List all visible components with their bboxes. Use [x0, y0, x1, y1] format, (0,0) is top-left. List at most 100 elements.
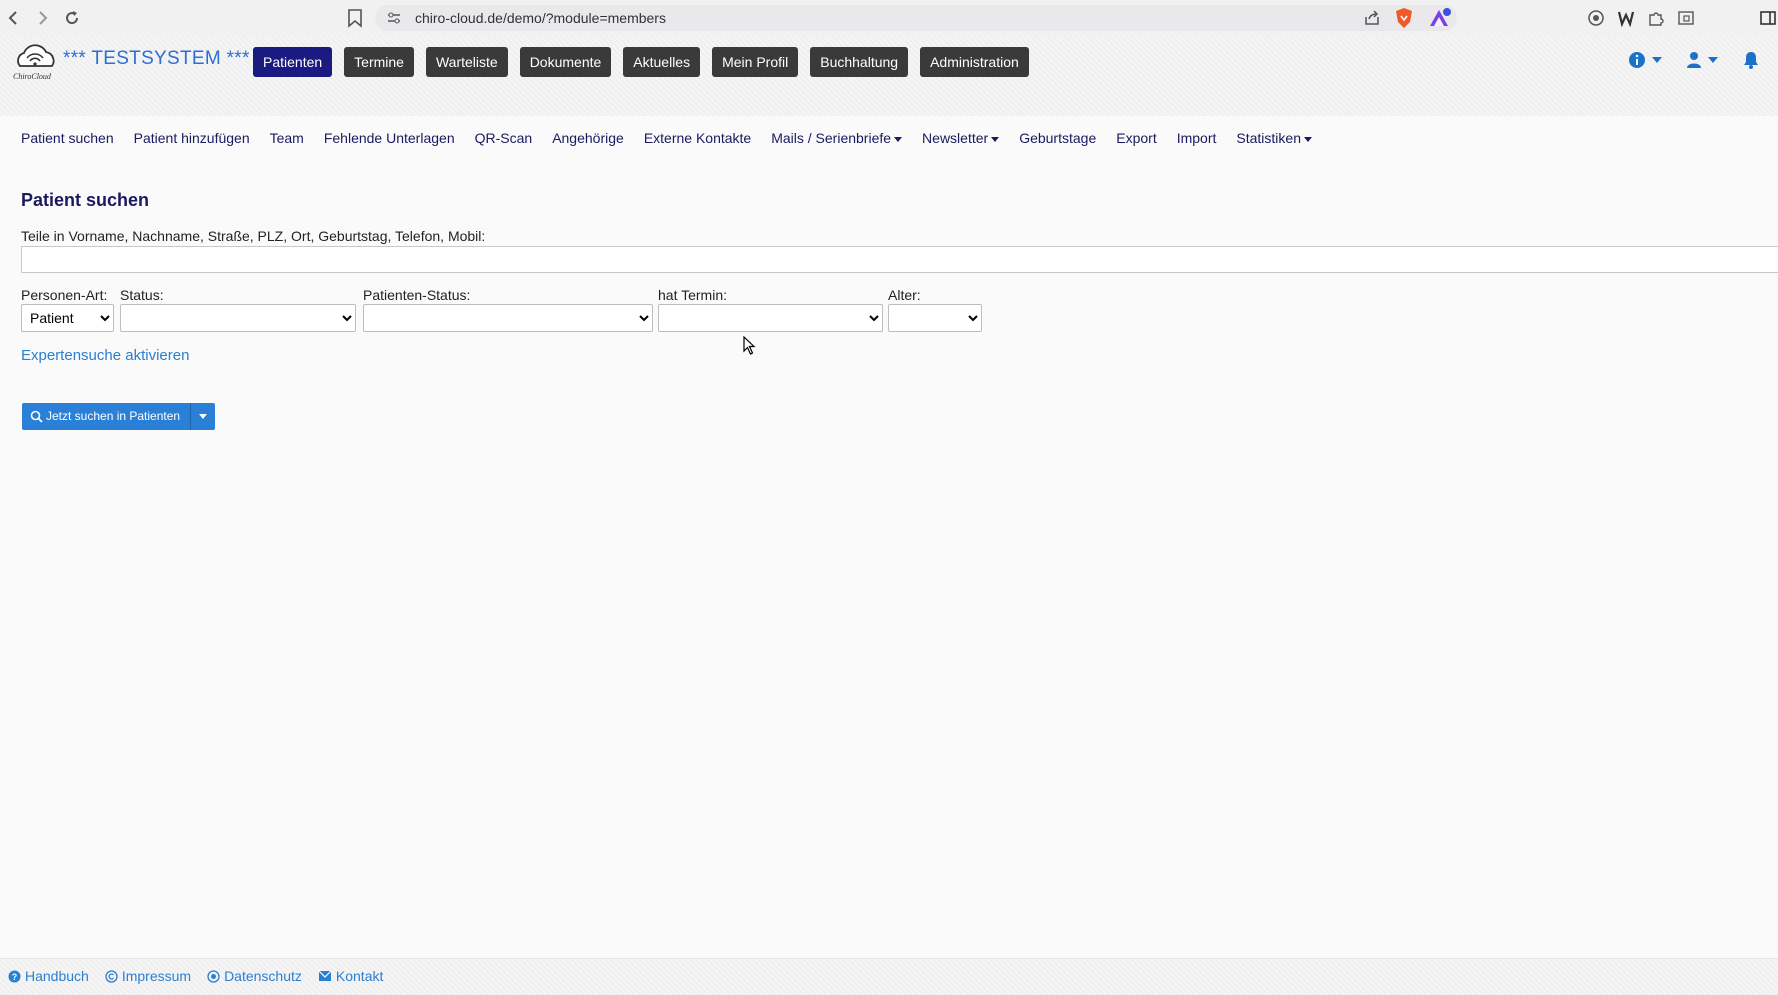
- tab-patienten[interactable]: Patienten: [253, 47, 333, 77]
- footer-links: ? Handbuch Impressum Datenschutz Kontakt: [8, 968, 383, 984]
- copyright-icon: [105, 969, 118, 983]
- forward-icon[interactable]: [32, 8, 52, 28]
- filter-hat-termin: hat Termin:: [658, 287, 883, 332]
- subnav-team[interactable]: Team: [270, 130, 304, 146]
- brave-shield-icon[interactable]: [1394, 7, 1414, 29]
- notifications-button[interactable]: [1742, 50, 1760, 70]
- mouse-cursor: [743, 335, 757, 356]
- personen-art-select[interactable]: Patient: [21, 304, 114, 332]
- alter-select[interactable]: [888, 304, 982, 332]
- subnav-angehoerige[interactable]: Angehörige: [552, 130, 624, 146]
- footer-link-label: Handbuch: [25, 968, 89, 984]
- hat-termin-select[interactable]: [658, 304, 883, 332]
- caret-down-icon: [199, 414, 208, 419]
- search-label: Teile in Vorname, Nachname, Straße, PLZ,…: [21, 228, 486, 244]
- user-menu[interactable]: [1686, 51, 1718, 69]
- reload-icon[interactable]: [62, 8, 82, 28]
- tab-termine[interactable]: Termine: [344, 47, 414, 77]
- search-input[interactable]: [21, 246, 1778, 273]
- subnav-patient-hinzufuegen[interactable]: Patient hinzufügen: [134, 130, 250, 146]
- filter-status: Status:: [120, 287, 356, 332]
- back-icon[interactable]: [4, 8, 24, 28]
- rewards-icon[interactable]: [1428, 7, 1452, 29]
- subnav-label: Angehörige: [552, 130, 624, 146]
- tab-icon[interactable]: [1677, 9, 1695, 27]
- privacy-icon: [207, 969, 220, 983]
- extension-icon[interactable]: [1587, 9, 1605, 27]
- footer-link-kontakt[interactable]: Kontakt: [318, 968, 383, 984]
- svg-text:ChiroCloud: ChiroCloud: [13, 72, 52, 81]
- subnav-qr-scan[interactable]: QR-Scan: [475, 130, 533, 146]
- subnav-import[interactable]: Import: [1177, 130, 1217, 146]
- search-submit-button[interactable]: Jetzt suchen in Patienten: [22, 403, 191, 430]
- system-title: *** TESTSYSTEM ***: [63, 48, 250, 69]
- subnav-label: Geburtstage: [1019, 130, 1097, 146]
- filter-label: Alter:: [888, 287, 921, 303]
- mail-icon: [318, 970, 332, 981]
- filter-alter: Alter:: [888, 287, 982, 332]
- tab-administration[interactable]: Administration: [920, 47, 1029, 77]
- filter-label: Status:: [120, 287, 164, 303]
- search-button-label: Jetzt suchen in Patienten: [46, 409, 181, 423]
- subnav-newsletter[interactable]: Newsletter: [922, 130, 1000, 146]
- search-icon: [30, 410, 43, 423]
- svg-text:?: ?: [12, 972, 18, 982]
- footer-link-datenschutz[interactable]: Datenschutz: [207, 968, 302, 984]
- sub-nav: Patient suchen Patient hinzufügen Team F…: [21, 130, 1312, 146]
- patienten-status-select[interactable]: [363, 304, 653, 332]
- site-settings-icon[interactable]: [386, 10, 402, 26]
- subnav-geburtstage[interactable]: Geburtstage: [1019, 130, 1096, 146]
- bell-icon: [1744, 52, 1758, 69]
- subnav-mails-serienbriefe[interactable]: Mails / Serienbriefe: [771, 130, 903, 146]
- status-select[interactable]: [120, 304, 356, 332]
- caret-down-icon: [991, 136, 1000, 142]
- chevron-down-icon: [1708, 57, 1718, 63]
- search-button-group: Jetzt suchen in Patienten: [22, 403, 216, 430]
- info-icon: [1629, 52, 1645, 68]
- chirocloud-logo[interactable]: ChiroCloud: [10, 44, 60, 82]
- subnav-export[interactable]: Export: [1116, 130, 1156, 146]
- subnav-patient-suchen[interactable]: Patient suchen: [21, 130, 114, 146]
- tab-aktuelles[interactable]: Aktuelles: [623, 47, 701, 77]
- footer-link-impressum[interactable]: Impressum: [105, 968, 191, 984]
- subnav-label: Patient suchen: [21, 130, 114, 146]
- sidebar-icon[interactable]: [1759, 9, 1777, 27]
- url-text[interactable]: chiro-cloud.de/demo/?module=members: [415, 10, 666, 26]
- filter-label: Patienten-Status:: [363, 287, 471, 303]
- subnav-externe-kontakte[interactable]: Externe Kontakte: [644, 130, 751, 146]
- main-nav: Patienten Termine Warteliste Dokumente A…: [253, 47, 1029, 77]
- filter-patienten-status: Patienten-Status:: [363, 287, 653, 332]
- footer: ? Handbuch Impressum Datenschutz Kontakt: [0, 958, 1778, 995]
- browser-toolbar: chiro-cloud.de/demo/?module=members: [0, 0, 1778, 37]
- tab-warteliste[interactable]: Warteliste: [425, 47, 508, 77]
- share-icon[interactable]: [1363, 9, 1381, 27]
- expert-search-link[interactable]: Expertensuche aktivieren: [21, 347, 189, 364]
- subnav-statistiken[interactable]: Statistiken: [1236, 130, 1312, 146]
- subnav-label: Team: [269, 130, 304, 146]
- page-title: Patient suchen: [21, 190, 150, 210]
- puzzle-icon[interactable]: [1647, 9, 1665, 27]
- info-menu[interactable]: [1628, 51, 1662, 69]
- search-options-dropdown[interactable]: [190, 403, 216, 430]
- header-actions: [1628, 50, 1760, 70]
- filter-personen-art: Personen-Art: Patient: [21, 287, 114, 332]
- user-icon: [1687, 52, 1701, 68]
- help-icon: ?: [8, 970, 21, 982]
- bookmark-icon[interactable]: [346, 8, 364, 28]
- subnav-label: Statistiken: [1236, 130, 1301, 146]
- subnav-label: Newsletter: [922, 130, 989, 146]
- tab-dokumente[interactable]: Dokumente: [519, 47, 612, 77]
- subnav-fehlende-unterlagen[interactable]: Fehlende Unterlagen: [324, 130, 455, 146]
- tab-mein-profil[interactable]: Mein Profil: [712, 47, 799, 77]
- footer-link-label: Datenschutz: [224, 968, 302, 984]
- filter-label: Personen-Art:: [21, 287, 108, 303]
- tab-buchhaltung[interactable]: Buchhaltung: [810, 47, 909, 77]
- footer-link-handbuch[interactable]: ? Handbuch: [8, 968, 89, 984]
- subnav-label: Externe Kontakte: [643, 130, 752, 146]
- subnav-label: Mails / Serienbriefe: [771, 130, 892, 146]
- subnav-label: Import: [1176, 130, 1217, 146]
- footer-link-label: Kontakt: [335, 968, 384, 984]
- address-bar[interactable]: chiro-cloud.de/demo/?module=members: [375, 5, 1457, 31]
- wallet-icon[interactable]: [1617, 9, 1635, 28]
- caret-down-icon: [1304, 136, 1312, 142]
